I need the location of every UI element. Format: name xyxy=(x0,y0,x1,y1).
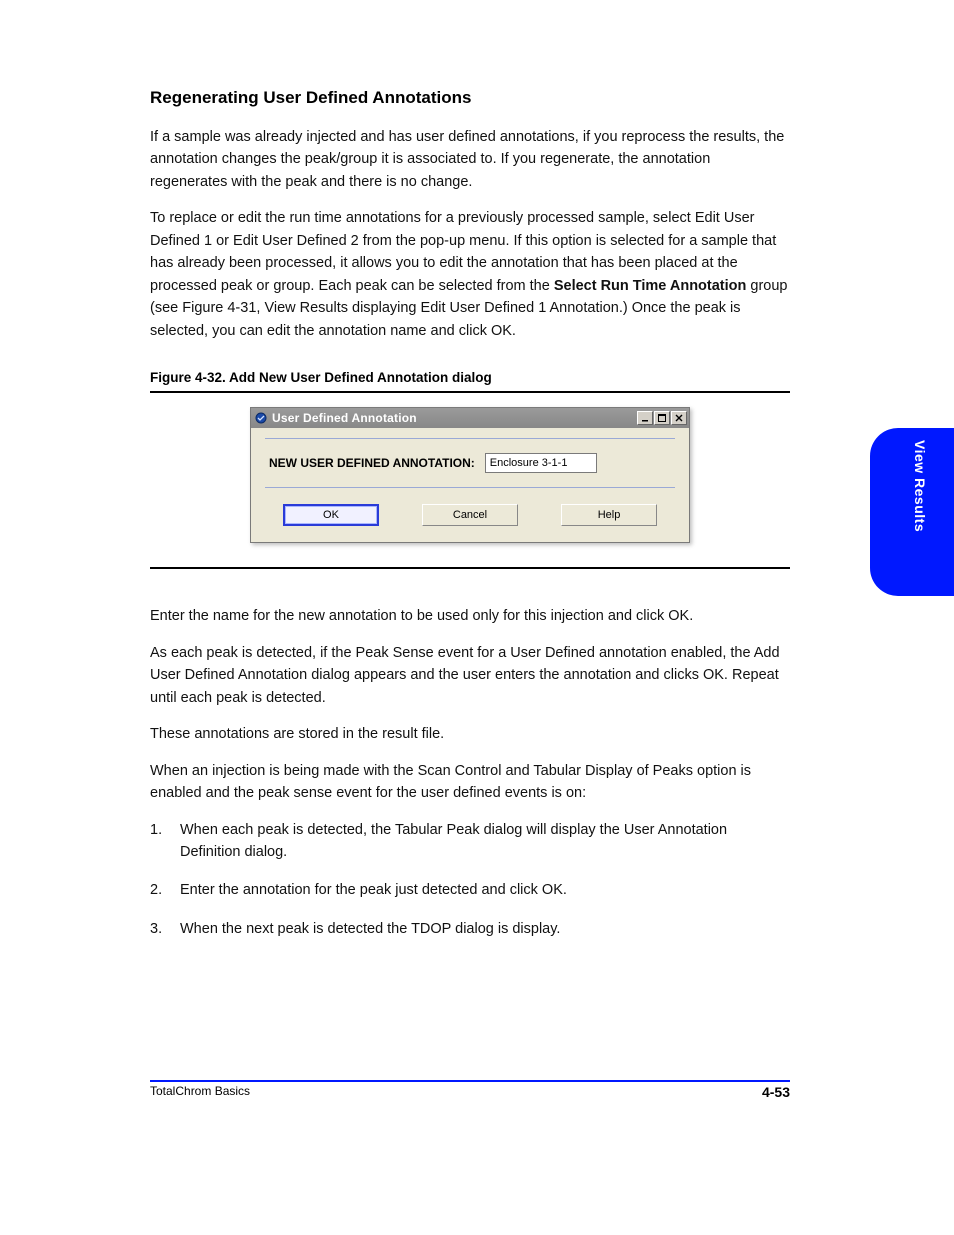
step-text: When the next peak is detected the TDOP … xyxy=(180,918,790,940)
replace-paragraph: To replace or edit the run time annotati… xyxy=(150,207,790,342)
after-para-0: Enter the name for the new annotation to… xyxy=(150,605,790,627)
after-para-2: These annotations are stored in the resu… xyxy=(150,723,790,745)
side-tab: View Results xyxy=(870,428,954,596)
step-number: 2. xyxy=(150,879,180,901)
step-text: When each peak is detected, the Tabular … xyxy=(180,819,790,864)
minimize-button[interactable] xyxy=(637,411,653,425)
figure-rule-bottom xyxy=(150,567,790,569)
step-text: Enter the annotation for the peak just d… xyxy=(180,879,790,901)
step-number: 3. xyxy=(150,918,180,940)
prompt-label: NEW USER DEFINED ANNOTATION: xyxy=(269,456,475,470)
cancel-button[interactable]: Cancel xyxy=(422,504,518,526)
prompt-row: NEW USER DEFINED ANNOTATION: xyxy=(265,438,675,488)
maximize-button[interactable] xyxy=(654,411,670,425)
ok-button[interactable]: OK xyxy=(283,504,379,526)
footer-left: TotalChrom Basics xyxy=(150,1084,250,1098)
step-item: 3. When the next peak is detected the TD… xyxy=(150,918,790,940)
footer-page-number: 4-53 xyxy=(762,1084,790,1100)
step-item: 1. When each peak is detected, the Tabul… xyxy=(150,819,790,864)
dialog-screenshot: User Defined Annotation xyxy=(250,403,690,551)
intro-paragraph: If a sample was already injected and has… xyxy=(150,126,790,193)
help-button[interactable]: Help xyxy=(561,504,657,526)
replace-text-bold: Select Run Time Annotation xyxy=(554,278,747,294)
annotation-input[interactable] xyxy=(485,453,597,473)
close-button[interactable] xyxy=(671,411,687,425)
footer-rule xyxy=(150,1080,790,1082)
figure-rule-top xyxy=(150,391,790,393)
step-item: 2. Enter the annotation for the peak jus… xyxy=(150,879,790,901)
dialog-titlebar: User Defined Annotation xyxy=(251,408,689,428)
dialog-title: User Defined Annotation xyxy=(272,411,637,425)
after-para-3: When an injection is being made with the… xyxy=(150,760,790,805)
app-icon xyxy=(254,411,268,425)
figure-caption: Figure 4-32. Add New User Defined Annota… xyxy=(150,370,790,385)
dialog-window: User Defined Annotation xyxy=(250,407,690,543)
step-list: 1. When each peak is detected, the Tabul… xyxy=(150,819,790,941)
step-number: 1. xyxy=(150,819,180,864)
after-para-1: As each peak is detected, if the Peak Se… xyxy=(150,642,790,709)
side-tab-label: View Results xyxy=(912,440,928,532)
section-heading: Regenerating User Defined Annotations xyxy=(150,88,790,108)
